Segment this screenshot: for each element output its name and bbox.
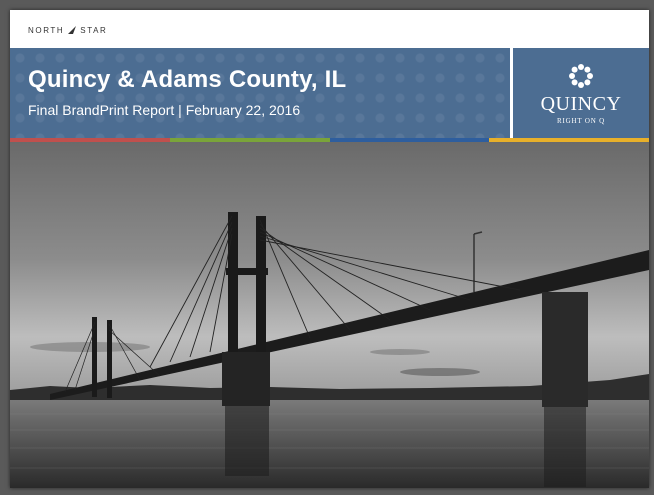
- brand-tagline: RIGHT ON Q: [557, 117, 605, 125]
- logo-text-left: NORTH: [28, 25, 65, 35]
- logo-text-right: STAR: [80, 25, 108, 35]
- north-star-arrow-icon: [68, 26, 77, 34]
- report-title: Quincy & Adams County, IL: [28, 66, 347, 93]
- brand-name: QUINCY: [540, 93, 622, 115]
- top-bar: NORTH STAR: [10, 10, 649, 48]
- north-star-logo: NORTH STAR: [28, 25, 107, 35]
- report-subtitle: Final BrandPrint Report | February 22, 2…: [28, 102, 301, 118]
- sunburst-q-icon: [569, 64, 593, 88]
- report-cover: NORTH STAR Quincy & Adams County, IL Fin…: [10, 10, 649, 488]
- quincy-brand-logo: QUINCY RIGHT ON Q: [513, 48, 649, 138]
- bridge-photo: [10, 142, 649, 488]
